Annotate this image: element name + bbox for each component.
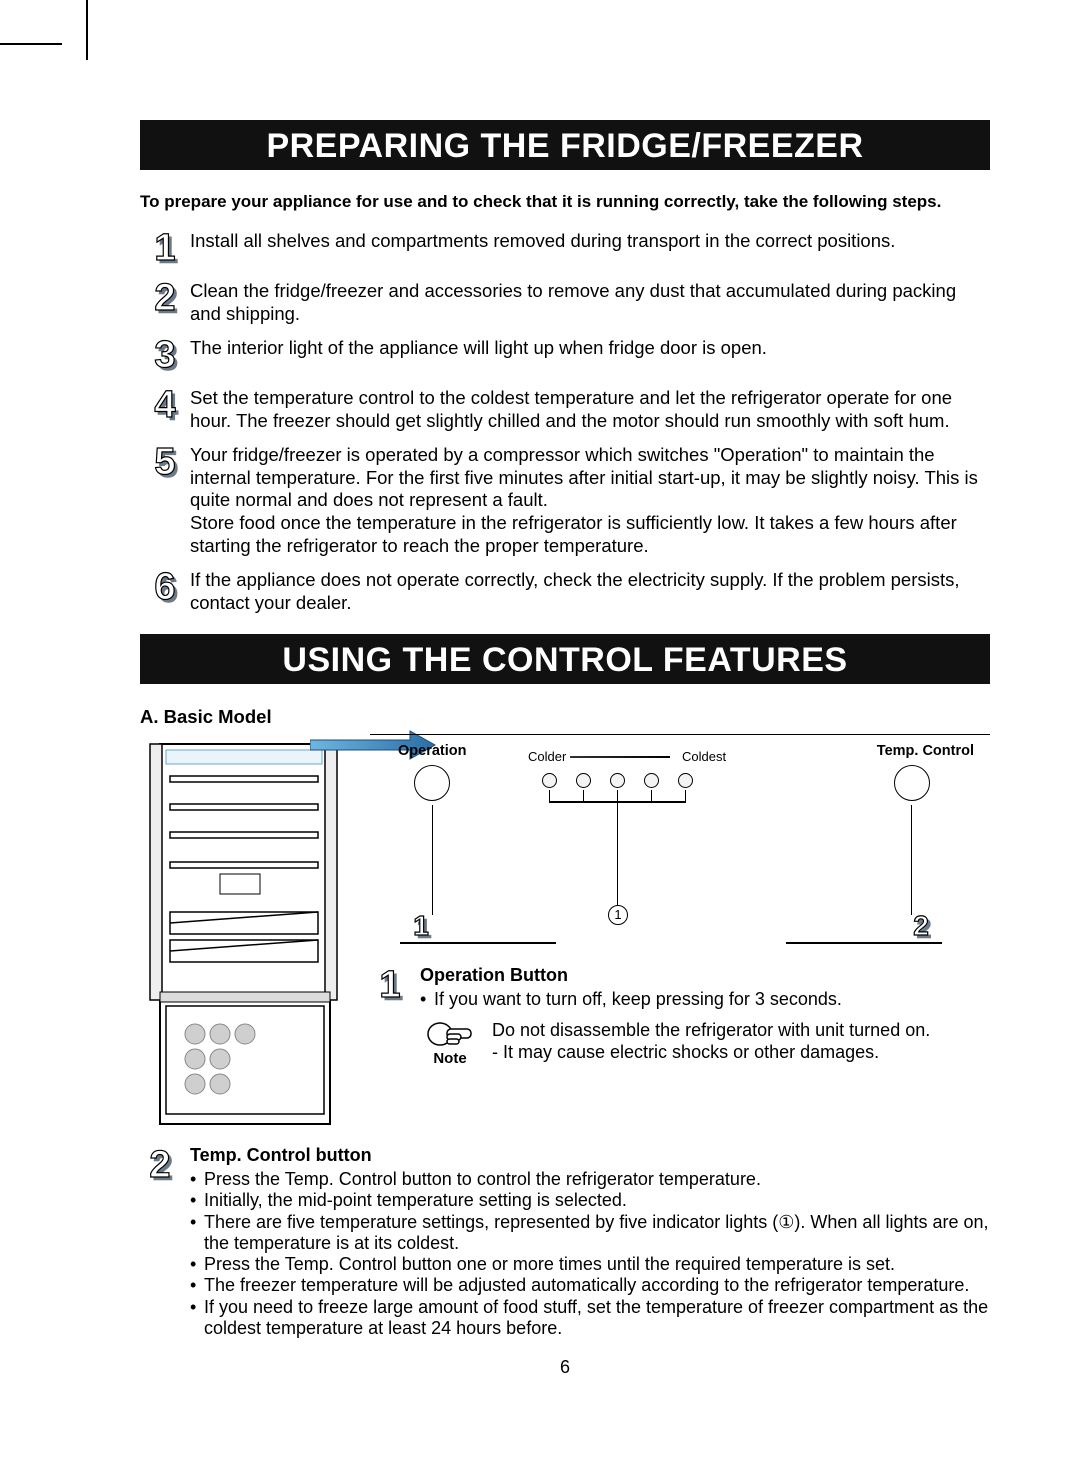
- control-panel-diagram: Operation Temp. Control Colder Coldest: [370, 734, 990, 955]
- coldest-label: Coldest: [682, 749, 726, 764]
- f2-bullet: There are five temperature settings, rep…: [204, 1212, 990, 1254]
- step-number-icon: 22: [145, 278, 185, 318]
- step-4: 44 Set the temperature control to the co…: [140, 385, 990, 432]
- step-2-text: Clean the fridge/freezer and accessories…: [190, 278, 990, 325]
- step-1: 11 Install all shelves and compartments …: [140, 228, 990, 268]
- indicator-dot: [542, 773, 557, 788]
- feature-number-icon: 22: [140, 1145, 180, 1185]
- feature1-title: Operation Button: [420, 965, 990, 986]
- temp-control-button-illustration: [894, 765, 930, 801]
- operation-button-illustration: [414, 765, 450, 801]
- step-number-icon: 33: [145, 335, 185, 375]
- indicator-dot: [644, 773, 659, 788]
- intro-text: To prepare your appliance for use and to…: [140, 192, 990, 212]
- step-number-icon: 44: [145, 385, 185, 425]
- f2-bullet: If you need to freeze large amount of fo…: [204, 1297, 990, 1339]
- indicator-ref-icon: 1: [608, 905, 628, 925]
- step-5-text: Your fridge/freezer is operated by a com…: [190, 442, 990, 557]
- feature-number-icon: 11: [370, 965, 410, 1005]
- step-number-icon: 11: [145, 228, 185, 268]
- crop-mark-vertical: [86, 0, 88, 60]
- indicator-dot: [610, 773, 625, 788]
- step-5: 55 Your fridge/freezer is operated by a …: [140, 442, 990, 557]
- note-block: Note Do not disassemble the refrigerator…: [420, 1020, 990, 1067]
- basic-model-title: A. Basic Model: [140, 706, 990, 728]
- f2-bullet: Press the Temp. Control button one or mo…: [204, 1254, 895, 1275]
- step-2: 22 Clean the fridge/freezer and accessor…: [140, 278, 990, 325]
- feature-operation-button: 11 Operation Button • If you want to tur…: [370, 965, 990, 1067]
- step-number-icon: 55: [145, 442, 185, 482]
- heading-control-features: USING THE CONTROL FEATURES: [140, 634, 990, 684]
- heading-preparing: PREPARING THE FRIDGE/FREEZER: [140, 120, 990, 170]
- callout-2-icon: 22: [906, 911, 936, 941]
- feature1-bullet: If you want to turn off, keep pressing f…: [434, 989, 842, 1010]
- feature-temp-control: 22 Temp. Control button • Press the Temp…: [140, 1145, 990, 1339]
- step-6-text: If the appliance does not operate correc…: [190, 567, 990, 614]
- feature2-title: Temp. Control button: [190, 1145, 990, 1166]
- pointing-hand-icon: [425, 1020, 475, 1048]
- colder-label: Colder: [528, 749, 566, 764]
- step-number-icon: 66: [145, 567, 185, 607]
- indicator-dot: [678, 773, 693, 788]
- page-number: 6: [140, 1357, 990, 1378]
- note-line: - It may cause electric shocks or other …: [492, 1042, 990, 1063]
- f2-bullet: Initially, the mid-point temperature set…: [204, 1190, 627, 1211]
- f2-bullet: Press the Temp. Control button to contro…: [204, 1169, 761, 1190]
- temp-control-label: Temp. Control: [877, 743, 974, 759]
- step-6: 66 If the appliance does not operate cor…: [140, 567, 990, 614]
- fridge-illustration: [140, 734, 360, 1139]
- note-line: Do not disassemble the refrigerator with…: [492, 1020, 990, 1041]
- crop-mark-horizontal: [0, 43, 62, 45]
- indicator-dot: [576, 773, 591, 788]
- step-3-text: The interior light of the appliance will…: [190, 335, 990, 360]
- operation-label: Operation: [398, 743, 466, 759]
- step-3: 33 The interior light of the appliance w…: [140, 335, 990, 375]
- callout-1-icon: 11: [406, 911, 436, 941]
- f2-bullet: The freezer temperature will be adjusted…: [204, 1275, 969, 1296]
- note-label: Note: [420, 1050, 480, 1067]
- step-1-text: Install all shelves and compartments rem…: [190, 228, 990, 253]
- step-4-text: Set the temperature control to the colde…: [190, 385, 990, 432]
